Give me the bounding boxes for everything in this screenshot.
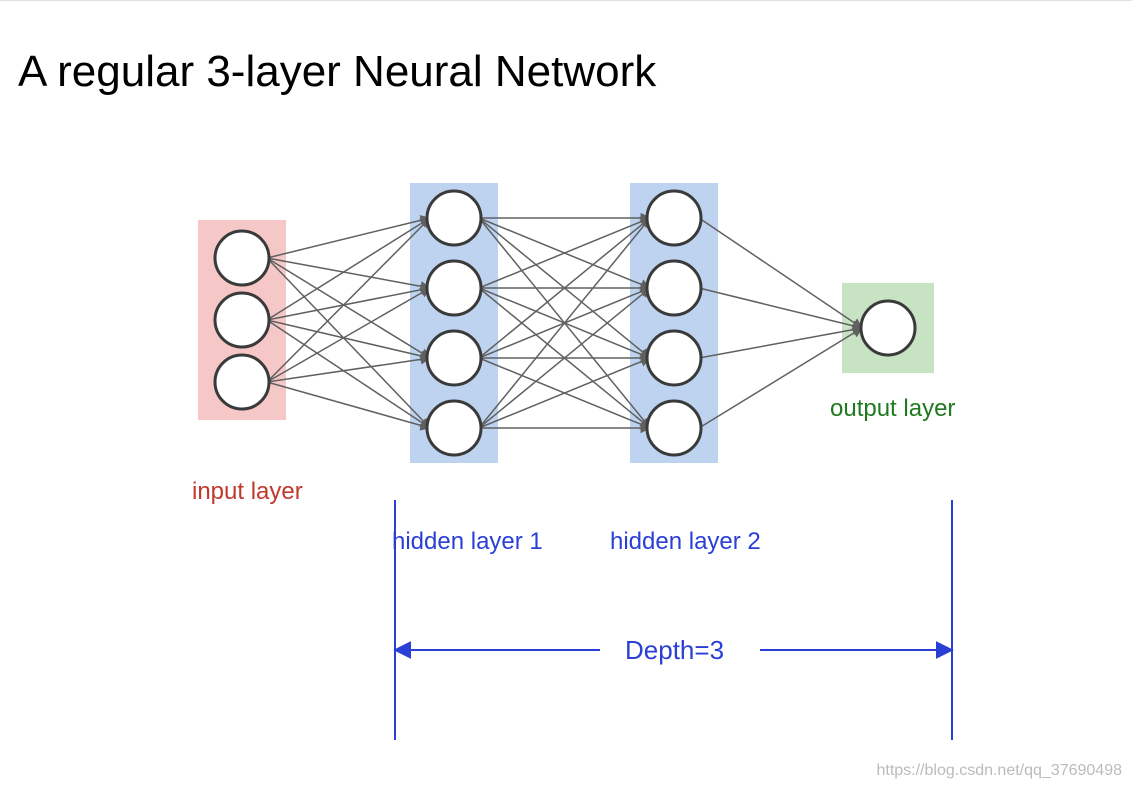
hidden1-layer-label: hidden layer 1 <box>392 528 543 556</box>
hidden1-node <box>427 331 481 385</box>
output-node <box>861 301 915 355</box>
edges-hidden1-hidden2 <box>479 218 650 428</box>
watermark: https://blog.csdn.net/qq_37690498 <box>876 762 1122 780</box>
output-layer-label: output layer <box>830 395 955 423</box>
hidden2-node <box>647 191 701 245</box>
hidden1-node <box>427 191 481 245</box>
hidden2-node <box>647 261 701 315</box>
input-node <box>215 293 269 347</box>
hidden2-layer-label: hidden layer 2 <box>610 528 761 556</box>
neural-network-diagram <box>0 0 1132 790</box>
depth-label: Depth=3 <box>625 635 724 666</box>
hidden2-node <box>647 401 701 455</box>
input-layer-label: input layer <box>192 478 303 506</box>
edges-input-hidden1 <box>267 218 430 428</box>
input-node <box>215 355 269 409</box>
hidden1-node <box>427 261 481 315</box>
input-node <box>215 231 269 285</box>
input-nodes <box>215 231 269 409</box>
hidden1-node <box>427 401 481 455</box>
hidden2-node <box>647 331 701 385</box>
output-nodes <box>861 301 915 355</box>
